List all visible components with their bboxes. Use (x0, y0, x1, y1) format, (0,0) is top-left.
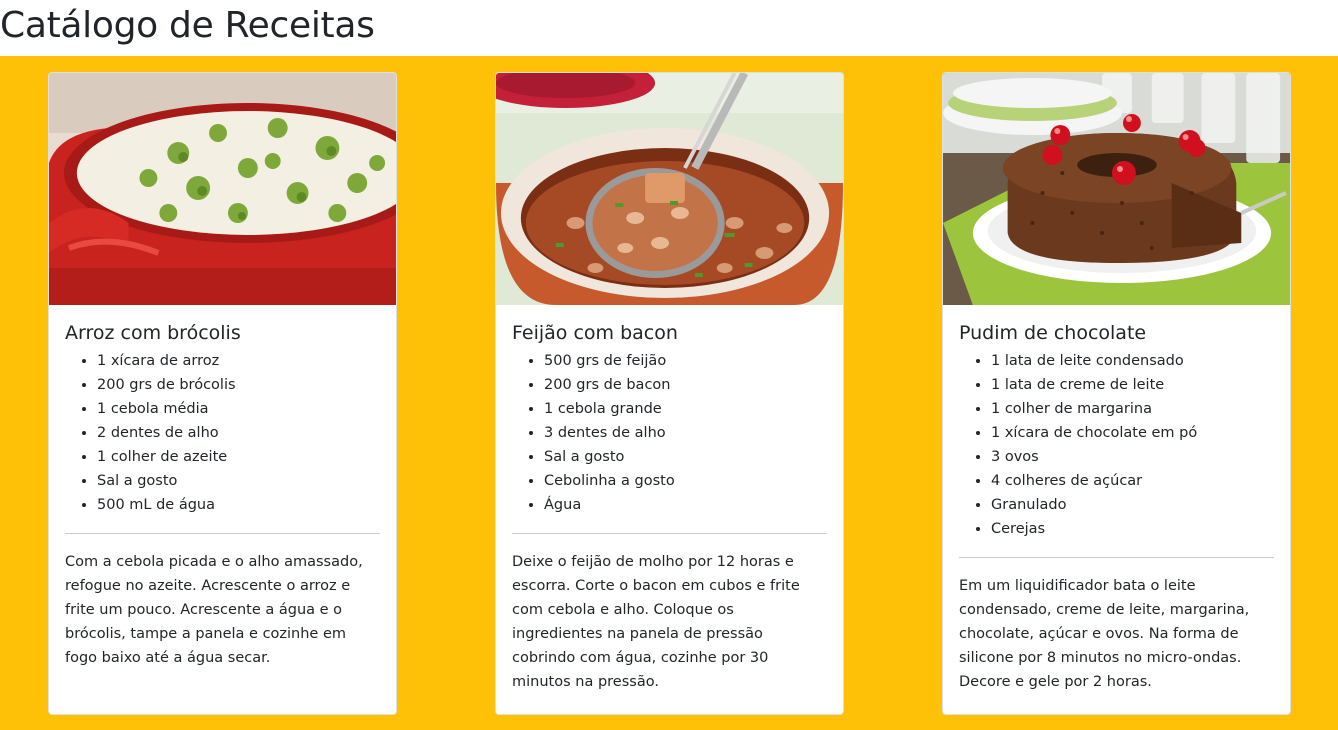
ingredient-item: 1 colher de azeite (97, 445, 380, 469)
recipe-image-pudim (943, 73, 1290, 305)
ingredient-item: 1 lata de creme de leite (991, 373, 1274, 397)
ingredient-item: Sal a gosto (97, 469, 380, 493)
recipe-image-feijao (496, 73, 843, 305)
ingredient-item: 200 grs de brócolis (97, 373, 380, 397)
ingredient-list: 1 lata de leite condensado 1 lata de cre… (959, 349, 1274, 541)
divider (959, 557, 1274, 558)
recipe-instructions: Com a cebola picada e o alho amassado, r… (65, 554, 363, 666)
ingredient-item: Água (544, 493, 827, 517)
ingredient-item: 200 grs de bacon (544, 373, 827, 397)
ingredient-item: 1 xícara de chocolate em pó (991, 421, 1274, 445)
divider (65, 533, 380, 534)
ingredient-item: Granulado (991, 493, 1274, 517)
ingredient-item: 500 mL de água (97, 493, 380, 517)
ingredient-item: Cebolinha a gosto (544, 469, 827, 493)
recipe-card-body: Pudim de chocolate 1 lata de leite conde… (943, 305, 1290, 710)
ingredient-item: Cerejas (991, 517, 1274, 541)
ingredient-item: 4 colheres de açúcar (991, 469, 1274, 493)
recipe-instructions: Em um liquidificador bata o leite conden… (959, 578, 1250, 690)
recipe-card-body: Feijão com bacon 500 grs de feijão 200 g… (496, 305, 843, 710)
ingredient-item: 3 dentes de alho (544, 421, 827, 445)
ingredient-item: 1 colher de margarina (991, 397, 1274, 421)
divider (512, 533, 827, 534)
recipe-card-arroz: Arroz com brócolis 1 xícara de arroz 200… (48, 72, 397, 715)
recipe-card-pudim: Pudim de chocolate 1 lata de leite conde… (942, 72, 1291, 715)
recipe-instructions: Deixe o feijão de molho por 12 horas e e… (512, 554, 800, 690)
recipe-card-body: Arroz com brócolis 1 xícara de arroz 200… (49, 305, 396, 686)
recipe-title: Feijão com bacon (512, 322, 678, 344)
recipe-catalog: Arroz com brócolis 1 xícara de arroz 200… (0, 56, 1338, 730)
ingredient-item: 500 grs de feijão (544, 349, 827, 373)
recipe-title: Pudim de chocolate (959, 322, 1147, 344)
ingredient-item: 1 cebola grande (544, 397, 827, 421)
recipe-card-feijao: Feijão com bacon 500 grs de feijão 200 g… (495, 72, 844, 715)
ingredient-item: 3 ovos (991, 445, 1274, 469)
ingredient-item: Sal a gosto (544, 445, 827, 469)
page-header: Catálogo de Receitas (0, 0, 1338, 56)
ingredient-item: 2 dentes de alho (97, 421, 380, 445)
recipe-image-arroz (49, 73, 396, 305)
ingredient-item: 1 cebola média (97, 397, 380, 421)
ingredient-item: 1 lata de leite condensado (991, 349, 1274, 373)
ingredient-list: 1 xícara de arroz 200 grs de brócolis 1 … (65, 349, 380, 517)
page-title: Catálogo de Receitas (0, 5, 375, 46)
ingredient-list: 500 grs de feijão 200 grs de bacon 1 ceb… (512, 349, 827, 517)
ingredient-item: 1 xícara de arroz (97, 349, 380, 373)
recipe-title: Arroz com brócolis (65, 322, 241, 344)
